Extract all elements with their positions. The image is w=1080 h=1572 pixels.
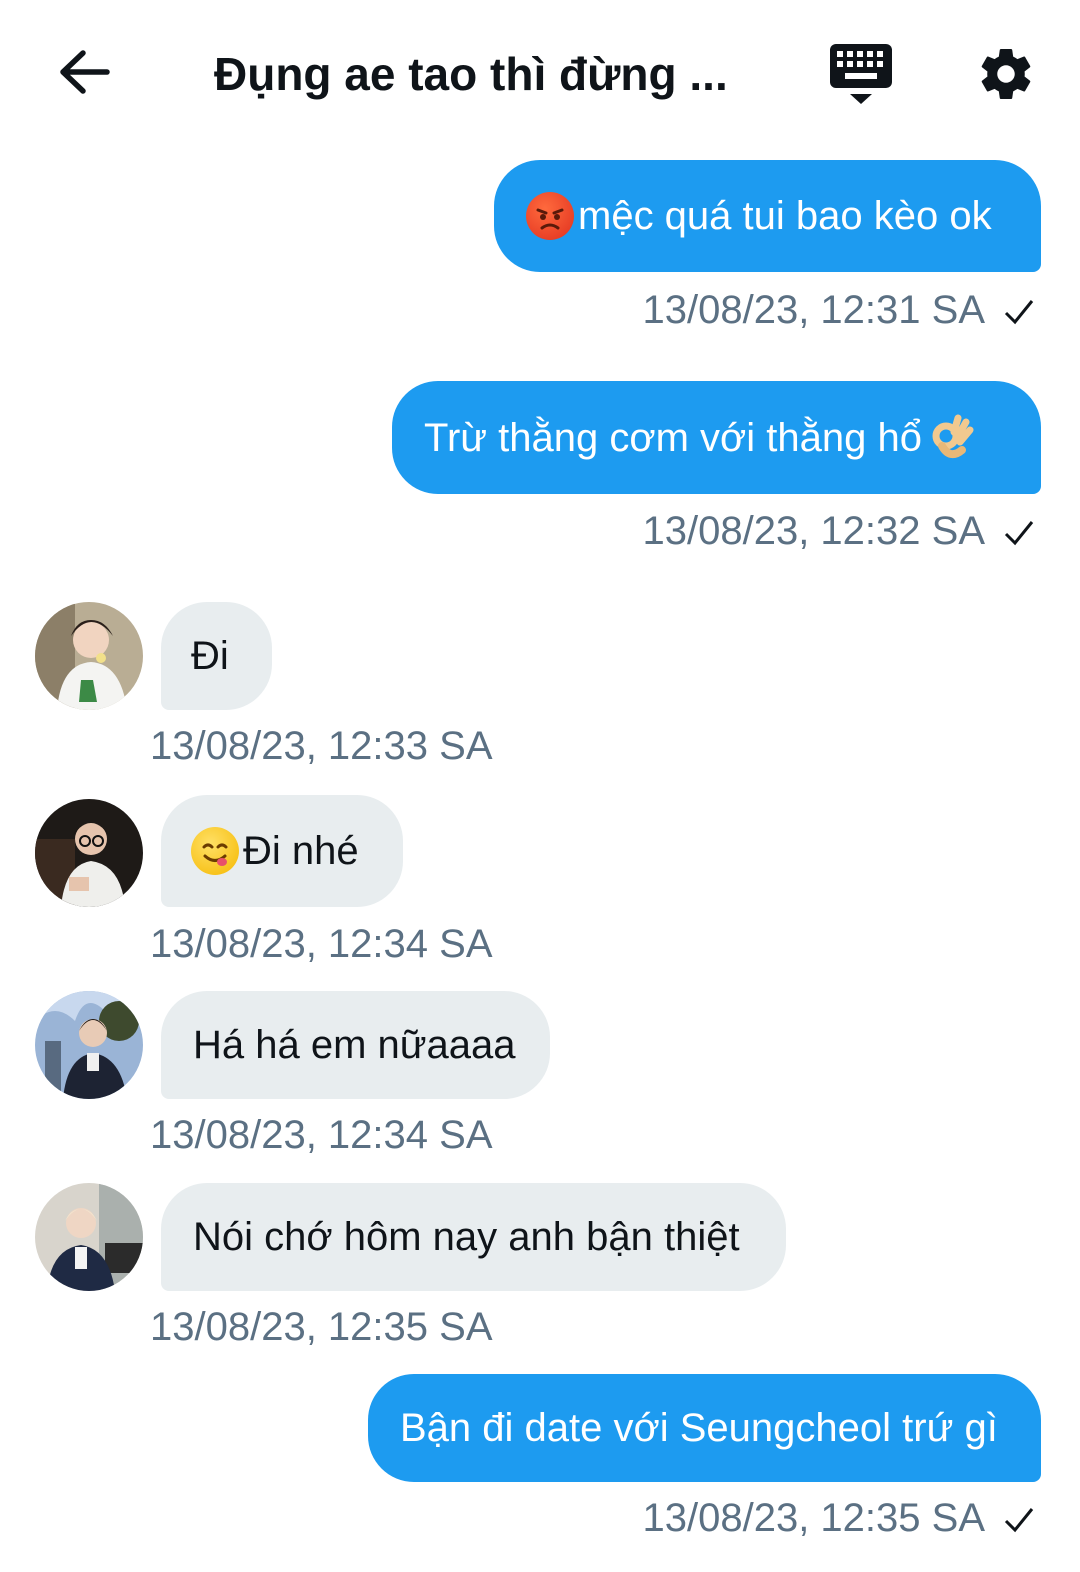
avatar[interactable] [35,602,143,710]
message-timestamp: 13/08/23, 12:32 SA [643,507,1036,555]
back-button[interactable] [52,40,116,104]
message-text: Há há em nữaaaa [193,1023,516,1067]
message-timestamp: 13/08/23, 12:35 SA [150,1305,493,1349]
message-text: mệc quá tui bao kèo ok [578,194,992,238]
gear-icon [981,49,1031,99]
conversation-header: Đụng ae tao thì đừng ... [0,0,1080,150]
arrow-left-icon [60,50,110,94]
settings-button[interactable] [970,40,1042,108]
ok-hand-emoji-icon [928,414,976,462]
conversation-title[interactable]: Đụng ae tao thì đừng ... [214,46,734,102]
message-timestamp: 13/08/23, 12:31 SA [643,286,1036,334]
message-bubble-outgoing[interactable]: mệc quá tui bao kèo ok [494,160,1041,272]
message-bubble-outgoing[interactable]: Bận đi date với Seungcheol trứ gì [368,1374,1041,1482]
keyboard-toggle-button[interactable] [826,40,898,108]
message-text: Trừ thằng cơm với thằng hổ [424,415,922,460]
yum-face-emoji-icon [191,827,239,875]
avatar[interactable] [35,991,143,1099]
message-bubble-incoming[interactable]: Đi [161,602,272,710]
message-timestamp: 13/08/23, 12:34 SA [150,1113,493,1157]
avatar[interactable] [35,799,143,907]
angry-face-emoji-icon [526,192,574,240]
message-text: Đi nhé [243,829,359,873]
message-timestamp: 13/08/23, 12:35 SA [643,1494,1036,1542]
message-timestamp: 13/08/23, 12:33 SA [150,724,493,768]
sent-check-icon [1004,300,1034,325]
message-bubble-outgoing[interactable]: Trừ thằng cơm với thằng hổ [392,381,1041,494]
message-text: Bận đi date với Seungcheol trứ gì [400,1406,998,1450]
sent-check-icon [1004,521,1034,546]
message-bubble-incoming[interactable]: Há há em nữaaaa [161,991,550,1099]
keyboard-icon [830,44,892,104]
avatar[interactable] [35,1183,143,1291]
message-timestamp: 13/08/23, 12:34 SA [150,922,493,966]
message-text: Nói chớ hôm nay anh bận thiệt [193,1215,740,1259]
sent-check-icon [1004,1508,1034,1533]
message-text: Đi [191,634,229,678]
message-bubble-incoming[interactable]: Nói chớ hôm nay anh bận thiệt [161,1183,786,1291]
message-bubble-incoming[interactable]: Đi nhé [161,795,403,907]
